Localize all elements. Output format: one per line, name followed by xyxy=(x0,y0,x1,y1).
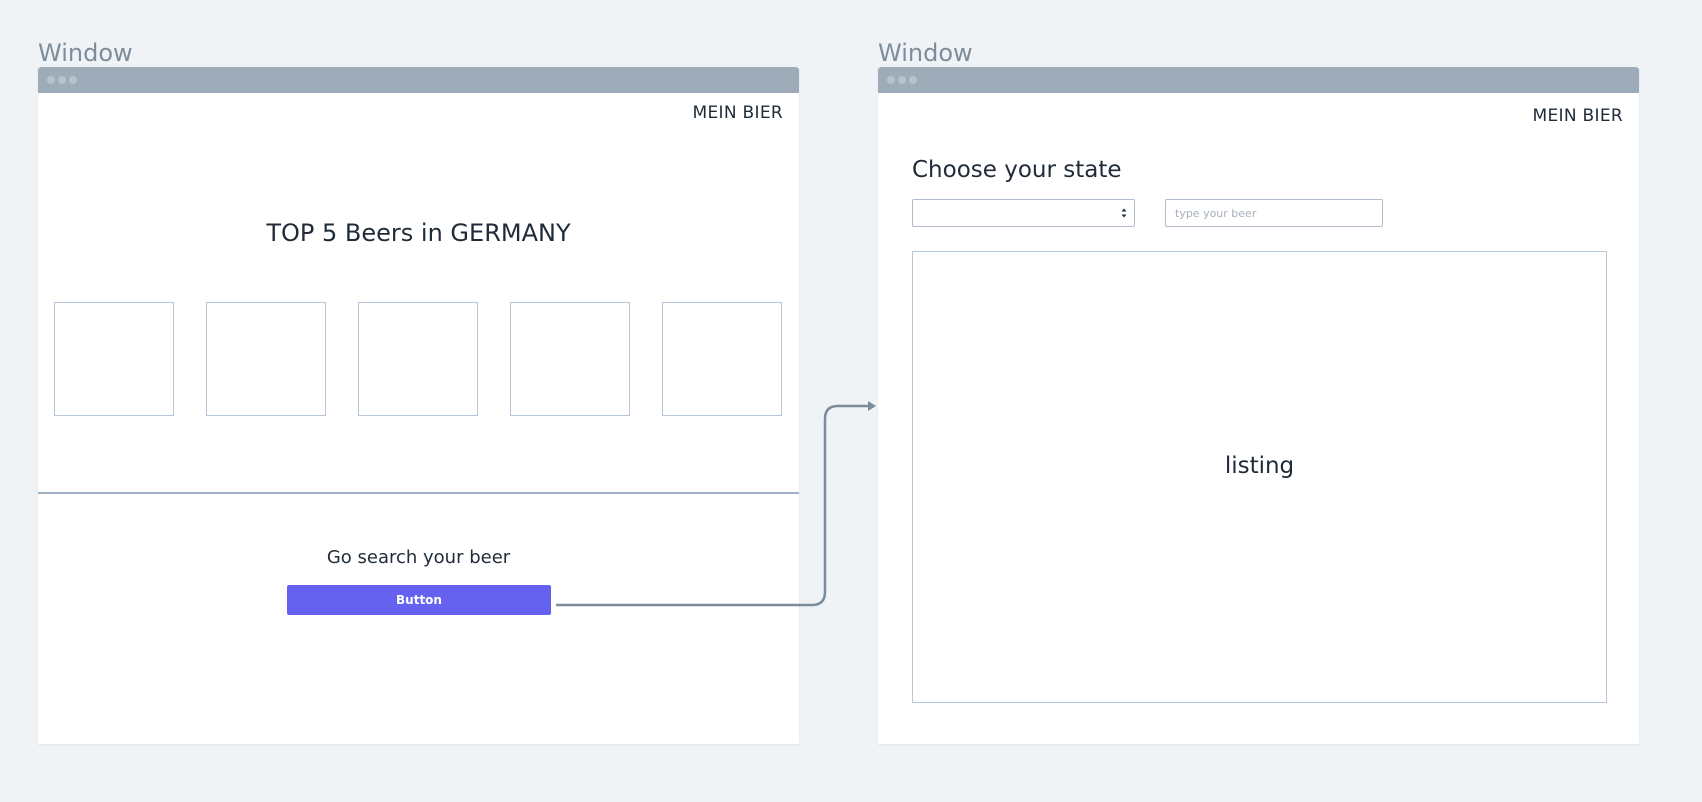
connector-line xyxy=(556,404,868,607)
arrowhead-icon xyxy=(868,401,876,411)
flow-connector xyxy=(556,401,876,607)
